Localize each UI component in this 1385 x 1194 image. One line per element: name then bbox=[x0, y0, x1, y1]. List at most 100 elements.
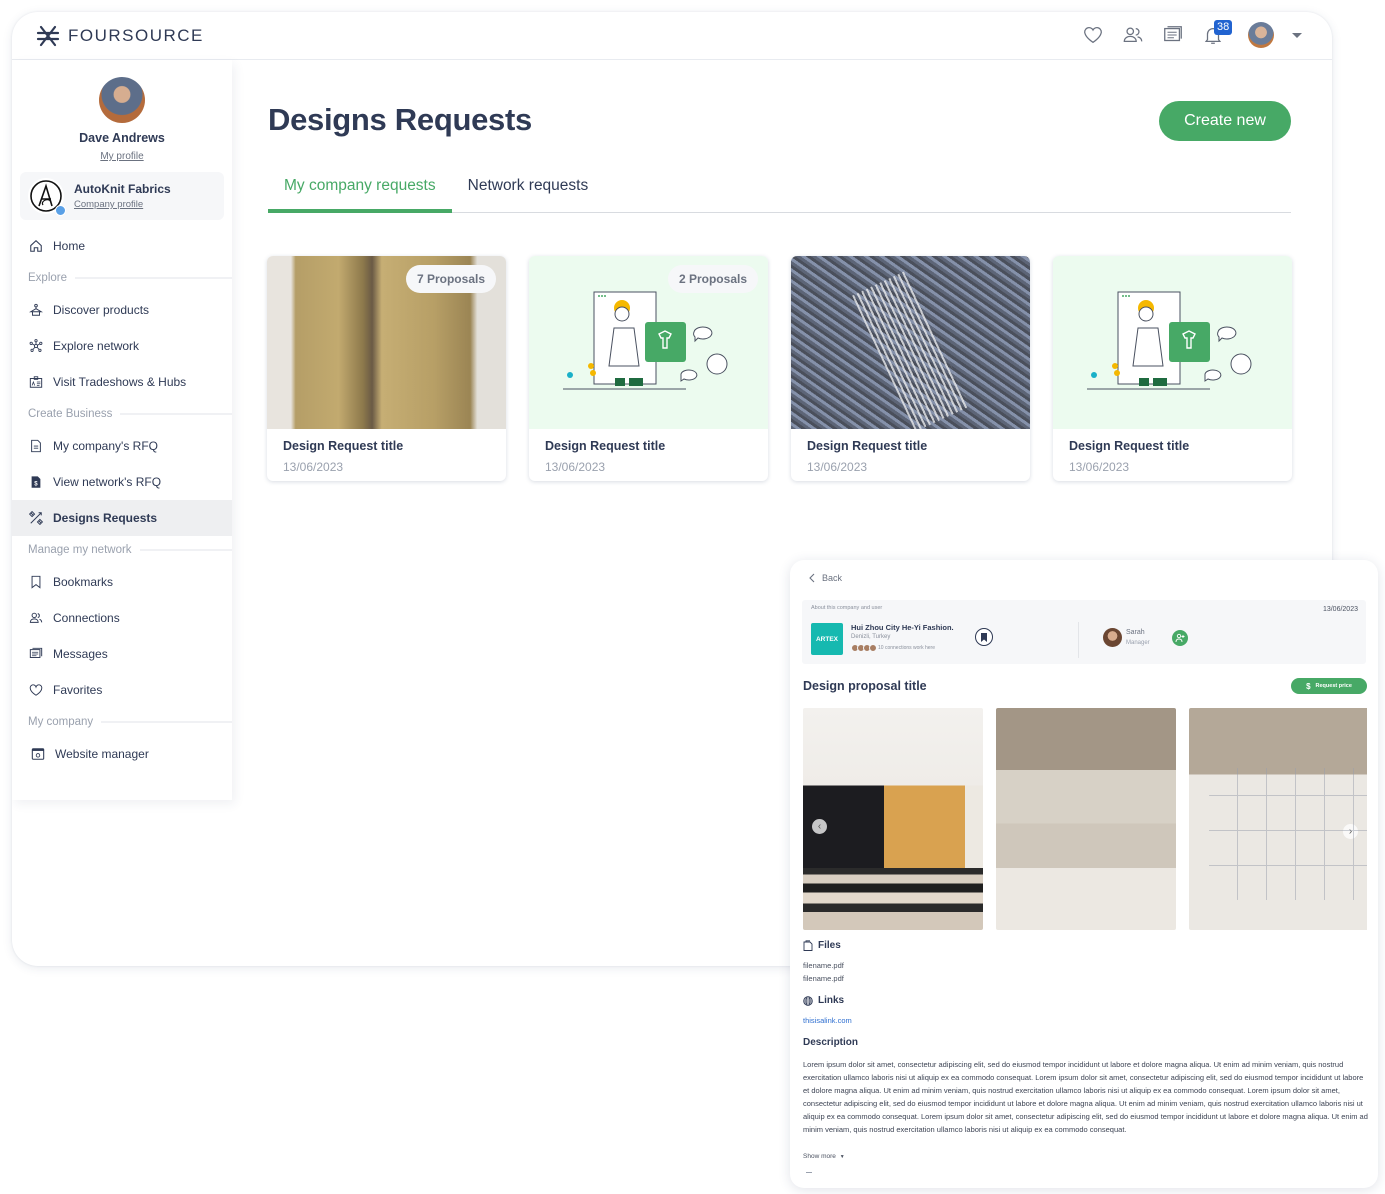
sidebar-item-favorites[interactable]: Favorites bbox=[12, 672, 232, 708]
sidebar-item-home[interactable]: Home bbox=[12, 228, 232, 264]
gallery-image-cushions[interactable]: ‹ bbox=[803, 708, 983, 930]
gallery-image-pillows[interactable] bbox=[996, 708, 1176, 930]
header-actions: 38 bbox=[1082, 20, 1302, 48]
brand[interactable]: FOURSOURCE bbox=[36, 24, 204, 48]
sidebar-item-label: View network's RFQ bbox=[53, 475, 162, 489]
request-price-button[interactable]: $ Request price bbox=[1291, 678, 1367, 694]
sidebar-item-tradeshows[interactable]: Visit Tradeshows & Hubs bbox=[12, 364, 232, 400]
add-user-icon bbox=[1175, 633, 1185, 643]
bookmark-button[interactable] bbox=[975, 628, 993, 646]
design-tools-icon bbox=[29, 511, 43, 525]
user-avatar[interactable] bbox=[1248, 22, 1274, 48]
company-location: Denizli, Turkey bbox=[851, 634, 891, 640]
description-text: Lorem ipsum dolor sit amet, consectetur … bbox=[803, 1060, 1368, 1134]
file-link[interactable]: filename.pdf bbox=[803, 974, 844, 983]
gallery-image-duvet[interactable]: › bbox=[1189, 708, 1367, 930]
section-label: Create Business bbox=[28, 408, 113, 420]
company-name[interactable]: Hui Zhou City He-Yi Fashion. bbox=[851, 623, 954, 632]
gallery-next-button[interactable]: › bbox=[1343, 824, 1358, 839]
card-date: 13/06/2023 bbox=[545, 460, 606, 474]
connections-button[interactable] bbox=[1122, 24, 1144, 46]
card-image-illustration: 2 Proposals bbox=[529, 256, 768, 429]
sidebar-item-explore-network[interactable]: Explore network bbox=[12, 328, 232, 364]
design-request-cards: 7 Proposals Design Request title 13/06/2… bbox=[267, 256, 1292, 481]
bookmark-icon bbox=[981, 632, 987, 642]
sidebar-item-network-rfq[interactable]: $ View network's RFQ bbox=[12, 464, 232, 500]
back-label: Back bbox=[822, 573, 843, 583]
sidebar-item-connections[interactable]: Connections bbox=[12, 600, 232, 636]
contact-role: Manager bbox=[1126, 640, 1150, 646]
hanger-icon bbox=[29, 303, 43, 316]
file-icon bbox=[803, 940, 813, 951]
my-profile-link[interactable]: My profile bbox=[100, 151, 143, 162]
sidebar-item-label: Visit Tradeshows & Hubs bbox=[53, 375, 187, 389]
brand-name: FOURSOURCE bbox=[68, 26, 204, 45]
create-new-button[interactable]: Create new bbox=[1159, 101, 1291, 141]
messages-button[interactable] bbox=[1162, 24, 1184, 46]
design-request-card[interactable]: Design Request title 13/06/2023 bbox=[791, 256, 1030, 481]
card-title: Design Request title bbox=[545, 439, 666, 453]
company-logo[interactable]: ARTEX bbox=[811, 623, 843, 655]
company-name: AutoKnit Fabrics bbox=[74, 182, 171, 196]
sidebar-item-messages[interactable]: Messages bbox=[12, 636, 232, 672]
profile-avatar[interactable] bbox=[99, 77, 145, 123]
external-link[interactable]: thisisalink.com bbox=[803, 1016, 852, 1025]
notifications-button[interactable]: 38 bbox=[1202, 20, 1233, 46]
files-heading-label: Files bbox=[818, 940, 841, 951]
sidebar-item-label: My company's RFQ bbox=[53, 439, 158, 453]
svg-text:$: $ bbox=[34, 481, 38, 488]
gallery-prev-button[interactable]: ‹ bbox=[812, 819, 827, 834]
card-image-jacket: 7 Proposals bbox=[267, 256, 506, 429]
back-button[interactable]: Back bbox=[808, 573, 842, 583]
show-more-label: Show more bbox=[803, 1153, 836, 1160]
company-connections: 10 connections work here bbox=[851, 644, 935, 652]
sidebar-item-label: Designs Requests bbox=[53, 511, 158, 525]
bookmark-icon bbox=[31, 575, 41, 589]
chevron-left-icon bbox=[809, 573, 815, 583]
design-request-card[interactable]: 7 Proposals Design Request title 13/06/2… bbox=[267, 256, 506, 481]
caret-down-icon: ▼ bbox=[839, 1154, 845, 1160]
network-icon bbox=[29, 339, 43, 352]
card-image-illustration bbox=[1053, 256, 1292, 429]
files-heading: Files bbox=[803, 940, 841, 951]
section-label: Explore bbox=[28, 272, 67, 284]
links-heading: Links bbox=[803, 995, 844, 1006]
tab-my-company-requests[interactable]: My company requests bbox=[268, 172, 452, 213]
connections-icon bbox=[1123, 27, 1143, 43]
design-request-card[interactable]: 2 Proposals Design Request title 13/06/2… bbox=[529, 256, 768, 481]
tab-network-requests[interactable]: Network requests bbox=[452, 172, 605, 213]
contact-avatar[interactable] bbox=[1103, 628, 1122, 647]
description-heading: Description bbox=[803, 1037, 858, 1048]
section-label: My company bbox=[28, 716, 94, 728]
favorites-button[interactable] bbox=[1082, 24, 1104, 46]
company-card[interactable]: AutoKnit Fabrics Company profile bbox=[20, 172, 224, 220]
sidebar-item-bookmarks[interactable]: Bookmarks bbox=[12, 564, 232, 600]
top-bar: FOURSOURCE 38 bbox=[12, 12, 1332, 60]
request-price-label: Request price bbox=[1315, 683, 1352, 689]
user-name: Dave Andrews bbox=[79, 131, 165, 145]
user-profile: Dave Andrews My profile bbox=[12, 60, 232, 164]
sidebar-item-company-rfq[interactable]: My company's RFQ bbox=[12, 428, 232, 464]
card-title: Design Request title bbox=[807, 439, 928, 453]
show-more-button[interactable]: Show more ▼ bbox=[803, 1153, 845, 1160]
file-link[interactable]: filename.pdf bbox=[803, 961, 844, 970]
card-date: 13/06/2023 bbox=[1069, 460, 1130, 474]
card-image-fabric bbox=[791, 256, 1030, 429]
design-request-card[interactable]: Design Request title 13/06/2023 bbox=[1053, 256, 1292, 481]
connections-icon bbox=[29, 612, 43, 623]
verified-badge-icon bbox=[55, 205, 66, 216]
connection-avatars bbox=[851, 644, 877, 652]
home-icon bbox=[30, 240, 42, 252]
sidebar-nav: Home Explore Discover products Explore n… bbox=[12, 228, 232, 772]
sidebar-item-label: Connections bbox=[53, 611, 120, 625]
add-connection-button[interactable] bbox=[1172, 630, 1188, 646]
document-dollar-icon: $ bbox=[31, 476, 41, 488]
chevron-down-icon[interactable] bbox=[1292, 32, 1302, 38]
company-profile-link[interactable]: Company profile bbox=[74, 199, 171, 210]
sidebar-item-label: Website manager bbox=[55, 747, 149, 761]
card-date: 13/06/2023 bbox=[283, 460, 344, 474]
sidebar-item-designs-requests[interactable]: Designs Requests bbox=[12, 500, 232, 536]
proposals-badge: 2 Proposals bbox=[667, 265, 758, 293]
sidebar-item-website-manager[interactable]: Website manager bbox=[12, 736, 232, 772]
sidebar-item-discover-products[interactable]: Discover products bbox=[12, 292, 232, 328]
